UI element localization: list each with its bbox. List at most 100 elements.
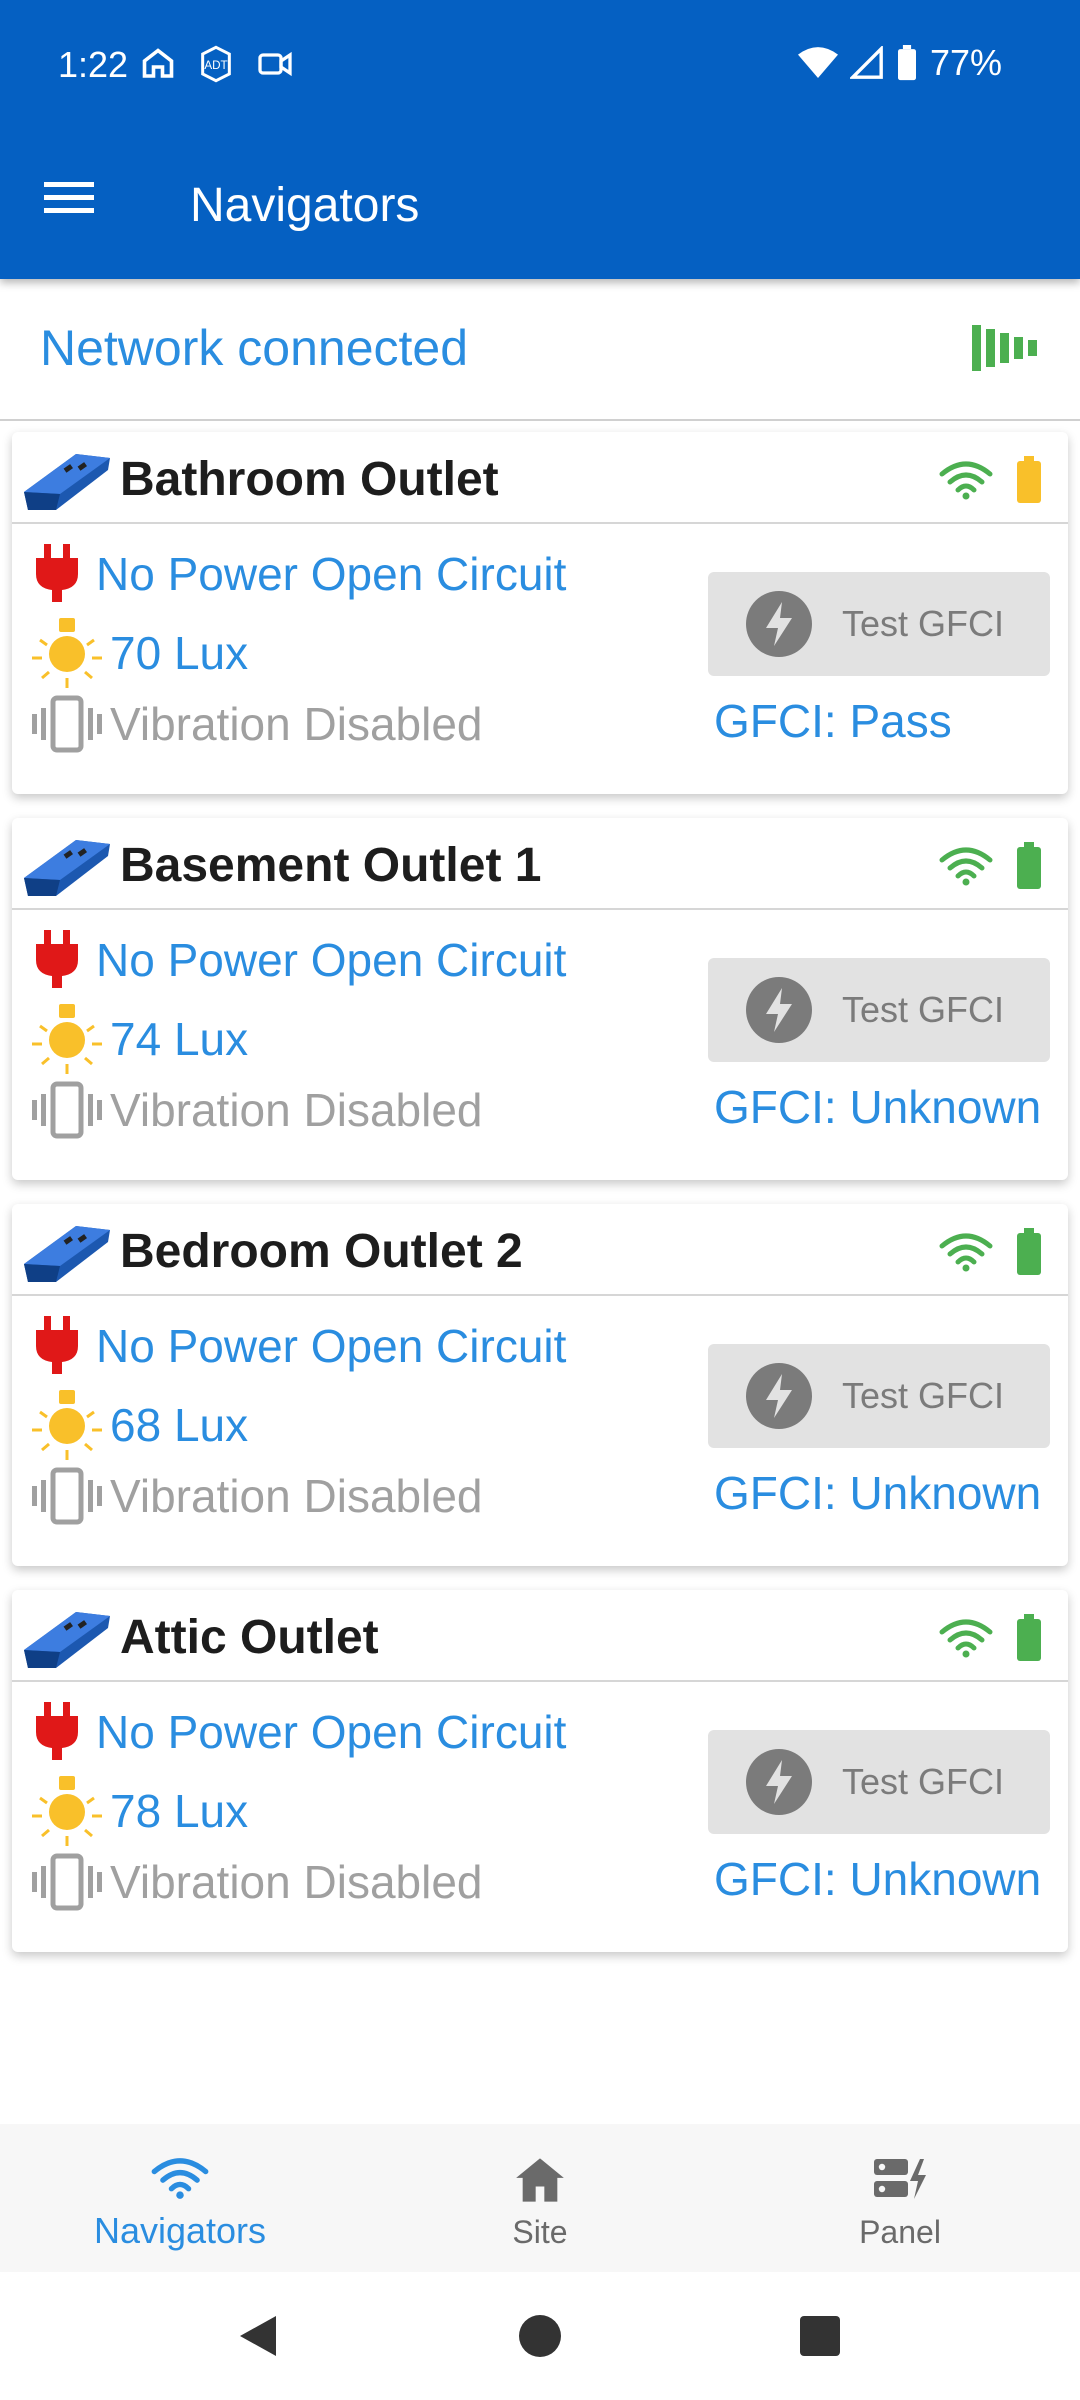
power-status-row: No Power Open Circuit (30, 1316, 566, 1376)
test-gfci-label: Test GFCI (842, 1375, 1005, 1416)
camera-icon (258, 51, 292, 77)
nav-label: Navigators (93, 2210, 267, 2251)
recents-icon[interactable] (800, 2316, 840, 2356)
battery-level-icon (1017, 1228, 1041, 1275)
plug-icon (36, 544, 78, 602)
plug-icon (36, 1316, 78, 1374)
lux-value: 78 Lux (110, 1785, 249, 1837)
wifi-status-icon (797, 47, 838, 78)
device-card-header: Attic Outlet (12, 1590, 1068, 1682)
status-bar: 1:22 ADT 77% (0, 0, 1080, 130)
battery-status-icon (897, 45, 916, 81)
network-signal-icon (972, 325, 1037, 371)
lux-value: 74 Lux (110, 1013, 249, 1065)
power-status-text: No Power Open Circuit (96, 548, 567, 600)
device-card[interactable]: Bathroom Outlet No Power Open Circuit 70… (12, 432, 1068, 794)
system-navigation-bar (0, 2272, 1080, 2400)
gfci-status: GFCI: Unknown (714, 1853, 1042, 1905)
lux-row: 68 Lux (30, 1390, 248, 1460)
outlet-device-icon (24, 840, 110, 896)
outlet-device-icon (24, 1226, 110, 1282)
lux-row: 78 Lux (30, 1776, 248, 1846)
plug-icon (36, 1702, 78, 1760)
bolt-icon (746, 1749, 812, 1815)
power-status-row: No Power Open Circuit (30, 544, 566, 604)
vibration-icon (32, 1467, 102, 1525)
home-circle-icon[interactable] (518, 2314, 562, 2358)
battery-percent: 77% (929, 42, 1002, 83)
bolt-icon (746, 977, 812, 1043)
adt-icon: ADT (201, 45, 231, 83)
wifi-signal-icon (939, 1233, 993, 1272)
battery-level-icon (1017, 842, 1041, 889)
power-status-text: No Power Open Circuit (96, 1320, 567, 1372)
bottom-navigation: Navigators Site Panel (0, 2124, 1080, 2272)
device-name: Bathroom Outlet (120, 453, 499, 506)
page-title: Navigators (190, 179, 420, 232)
outlet-device-icon (24, 1612, 110, 1668)
light-bulb-icon (32, 1776, 102, 1846)
back-icon[interactable] (236, 2312, 280, 2360)
lux-value: 70 Lux (110, 627, 249, 679)
lux-row: 70 Lux (30, 618, 248, 688)
wifi-signal-icon (939, 461, 993, 500)
vibration-status-text: Vibration Disabled (110, 1470, 483, 1522)
vibration-icon (32, 695, 102, 753)
status-notification-icons: ADT (140, 44, 294, 84)
wifi-signal-icon (939, 1619, 993, 1658)
bolt-icon (746, 1363, 812, 1429)
vibration-row: Vibration Disabled (30, 1852, 483, 1912)
device-name: Bedroom Outlet 2 (120, 1225, 523, 1278)
home-status-icon (142, 48, 174, 78)
hamburger-menu-icon (44, 182, 94, 213)
light-bulb-icon (32, 1004, 102, 1074)
signal-icon (849, 46, 883, 79)
test-gfci-button[interactable]: Test GFCI (708, 1730, 1050, 1834)
device-card[interactable]: Bedroom Outlet 2 No Power Open Circuit 6… (12, 1204, 1068, 1566)
test-gfci-button[interactable]: Test GFCI (708, 1344, 1050, 1448)
test-gfci-label: Test GFCI (842, 603, 1005, 644)
gfci-status: GFCI: Unknown (714, 1081, 1042, 1133)
power-status-text: No Power Open Circuit (96, 1706, 567, 1758)
power-status-row: No Power Open Circuit (30, 1702, 566, 1762)
menu-button[interactable] (44, 180, 104, 230)
vibration-status-text: Vibration Disabled (110, 1084, 483, 1136)
lux-value: 68 Lux (110, 1399, 249, 1451)
power-status-row: No Power Open Circuit (30, 930, 566, 990)
wifi-signal-icon (939, 847, 993, 886)
vibration-status-text: Vibration Disabled (110, 698, 483, 750)
battery-level-icon (1017, 456, 1041, 503)
vibration-row: Vibration Disabled (30, 1466, 483, 1526)
device-card-header: Basement Outlet 1 (12, 818, 1068, 910)
device-card[interactable]: Attic Outlet No Power Open Circuit 78 Lu… (12, 1590, 1068, 1952)
lux-row: 74 Lux (30, 1004, 248, 1074)
plug-icon (36, 930, 78, 988)
home-icon (516, 2158, 564, 2202)
vibration-icon (32, 1081, 102, 1139)
app-bar: 1:22 ADT 77% Navigators (0, 0, 1080, 279)
device-card-header: Bathroom Outlet (12, 432, 1068, 524)
outlet-device-icon (24, 454, 110, 510)
test-gfci-button[interactable]: Test GFCI (708, 572, 1050, 676)
wifi-icon (151, 2158, 209, 2199)
light-bulb-icon (32, 1390, 102, 1460)
light-bulb-icon (32, 618, 102, 688)
power-status-text: No Power Open Circuit (96, 934, 567, 986)
bolt-icon (746, 591, 812, 657)
device-card-header: Bedroom Outlet 2 (12, 1204, 1068, 1296)
device-name: Basement Outlet 1 (120, 839, 542, 892)
gfci-status: GFCI: Pass (714, 695, 952, 747)
test-gfci-button[interactable]: Test GFCI (708, 958, 1050, 1062)
nav-tab-navigators[interactable]: Navigators (0, 2124, 360, 2272)
nav-tab-panel[interactable]: Panel (720, 2124, 1080, 2272)
test-gfci-label: Test GFCI (842, 989, 1005, 1030)
nav-label: Site (512, 2214, 568, 2250)
nav-tab-site[interactable]: Site (360, 2124, 720, 2272)
svg-text:ADT: ADT (204, 59, 227, 72)
device-card[interactable]: Basement Outlet 1 No Power Open Circuit (12, 818, 1068, 1180)
vibration-row: Vibration Disabled (30, 694, 483, 754)
status-right-icons: 77% (797, 42, 1002, 84)
network-status-text: Network connected (40, 320, 469, 376)
nav-label: Panel (859, 2214, 941, 2250)
network-status-row: Network connected (0, 279, 1080, 421)
